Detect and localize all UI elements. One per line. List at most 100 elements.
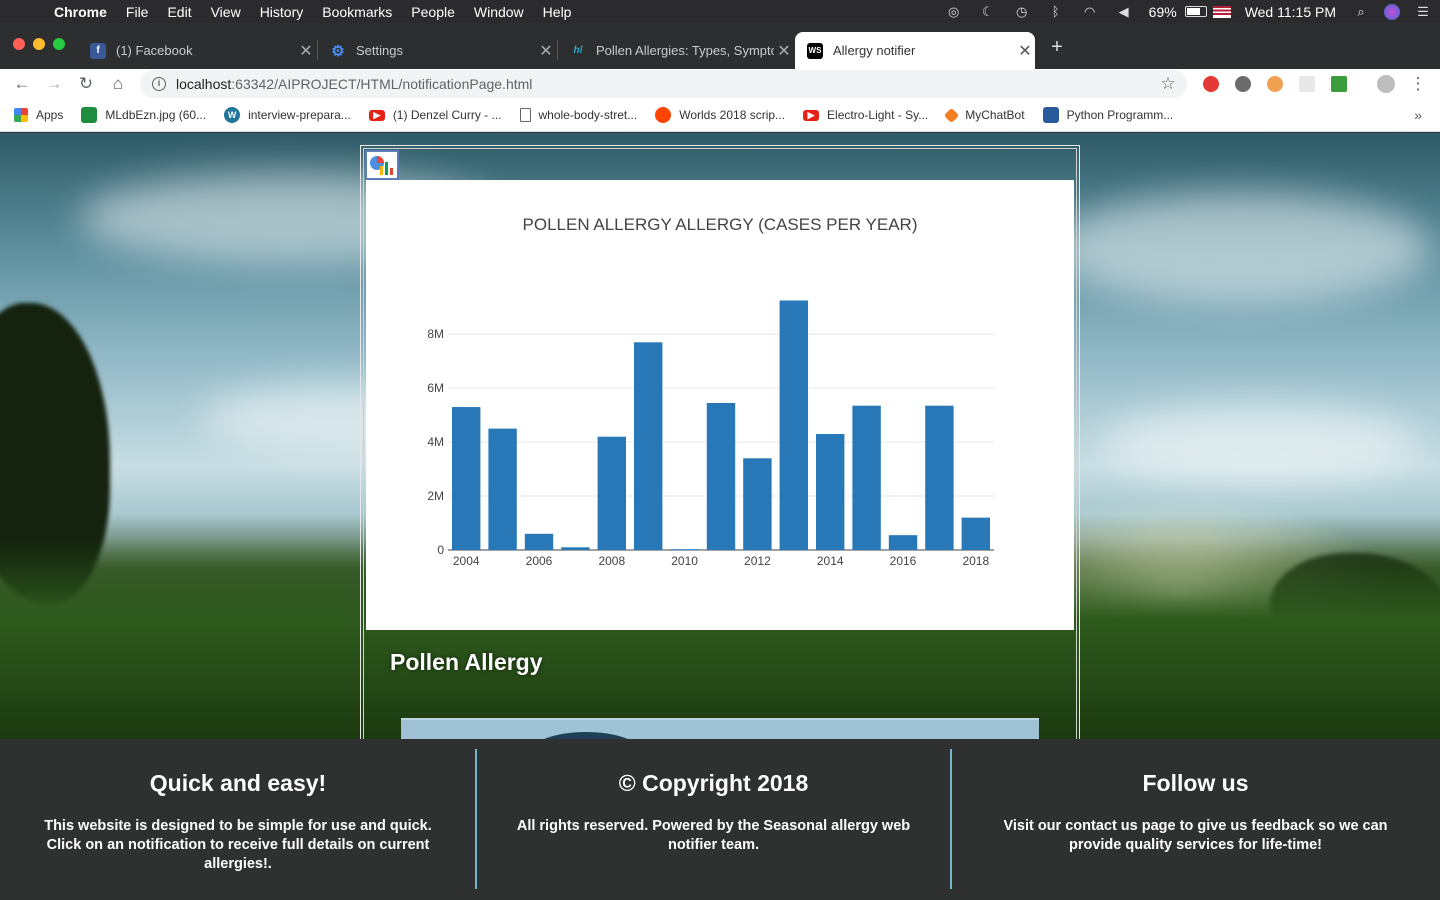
bar-2012[interactable] (743, 458, 772, 550)
bar-2006[interactable] (524, 533, 554, 550)
tab-title: Allergy notifier (833, 43, 916, 58)
menu-bookmarks[interactable]: Bookmarks (322, 4, 392, 20)
page-footer: Quick and easy! This website is designed… (0, 739, 1440, 900)
bar-2016[interactable] (888, 535, 918, 550)
menu-edit[interactable]: Edit (167, 4, 191, 20)
footer-text: Visit our contact us page to give us fee… (1003, 818, 1388, 853)
volume-icon[interactable]: ◀ (1113, 4, 1135, 19)
footer-title: © Copyright 2018 (618, 770, 809, 796)
menu-app-name[interactable]: Chrome (54, 4, 107, 20)
cors-extension-icon[interactable] (1331, 76, 1347, 92)
bookmark-label: Apps (36, 108, 64, 122)
forward-button[interactable]: → (43, 73, 65, 95)
browser-tab-strip: f (1) Facebook ✕ ⚙ Settings ✕ hl Pollen … (0, 23, 1440, 69)
bookmark-mychatbot[interactable]: MyChatBot (943, 107, 1025, 123)
bar-2018[interactable] (961, 517, 990, 550)
site-info-icon[interactable]: i (152, 77, 166, 91)
menu-people[interactable]: People (411, 4, 455, 20)
notification-center-icon[interactable]: ☰ (1412, 4, 1434, 19)
back-button[interactable]: ← (11, 73, 33, 95)
bookmark-python[interactable]: Python Programm... (1042, 107, 1173, 123)
bookmark-worlds[interactable]: Worlds 2018 scrip... (655, 107, 785, 123)
bookmark-label: whole-body-stret... (538, 108, 638, 122)
tab-close-icon[interactable]: ✕ (296, 41, 316, 61)
preview-image-shape (531, 732, 641, 739)
x-tick-label: 2016 (890, 554, 917, 568)
tab-facebook[interactable]: f (1) Facebook ✕ (78, 32, 316, 69)
bar-2010[interactable] (670, 549, 699, 551)
bookmark-image[interactable]: MLdbEzn.jpg (60... (81, 107, 206, 123)
bookmark-electro[interactable]: ▶ Electro-Light - Sy... (803, 108, 928, 122)
bookmark-apps[interactable]: Apps (14, 108, 63, 122)
background-cloud (1050, 193, 1430, 303)
tab-close-icon[interactable]: ✕ (536, 41, 556, 61)
bluetooth-icon[interactable]: ᛒ (1045, 4, 1067, 19)
bar-2013[interactable] (779, 300, 808, 550)
tab-allergy-notifier[interactable]: WS Allergy notifier ✕ (795, 32, 1035, 69)
bookmark-stretch[interactable]: whole-body-stret... (519, 108, 638, 122)
menu-help[interactable]: Help (543, 4, 572, 20)
document-icon (519, 108, 531, 122)
bar-2009[interactable] (634, 342, 663, 550)
bar-2004[interactable] (452, 407, 481, 550)
chrome-menu-icon[interactable]: ⋮ (1407, 73, 1429, 95)
bar-2005[interactable] (488, 428, 517, 550)
extension-icon[interactable] (1299, 76, 1315, 92)
adblock-extension-icon[interactable] (1203, 76, 1219, 92)
profile-avatar-icon[interactable] (1377, 75, 1395, 93)
y-tick-label: 6M (427, 381, 444, 395)
wifi-icon[interactable]: ◠ (1079, 4, 1101, 19)
time-machine-icon[interactable]: ◷ (1011, 4, 1033, 19)
menu-window[interactable]: Window (474, 4, 524, 20)
extension-icon[interactable] (1267, 76, 1283, 92)
tab-close-icon[interactable]: ✕ (1015, 41, 1035, 61)
us-flag-icon[interactable] (1212, 5, 1231, 18)
home-button[interactable]: ⌂ (107, 73, 129, 95)
close-window-button[interactable] (13, 38, 25, 50)
bookmarks-overflow-icon[interactable]: » (1414, 107, 1422, 123)
tab-pollen-allergies[interactable]: hl Pollen Allergies: Types, Sympto ✕ (558, 32, 794, 69)
chart-card: POLLEN ALLERGY ALLERGY (CASES PER YEAR) … (366, 180, 1074, 630)
menu-history[interactable]: History (260, 4, 304, 20)
footer-text: This website is designed to be simple fo… (44, 818, 432, 872)
bar-2011[interactable] (706, 402, 736, 550)
healthline-icon: hl (573, 45, 583, 56)
bar-2008[interactable] (597, 436, 626, 550)
apps-grid-icon (14, 108, 28, 122)
footer-column-follow: Follow us Visit our contact us page to g… (951, 739, 1440, 900)
menu-clock[interactable]: Wed 11:15 PM (1245, 4, 1336, 20)
footer-title: Follow us (1142, 770, 1249, 796)
battery-icon[interactable] (1184, 6, 1207, 17)
minimize-window-button[interactable] (33, 38, 45, 50)
bar-2015[interactable] (852, 405, 881, 550)
bar-2017[interactable] (925, 405, 954, 550)
creative-cloud-icon[interactable]: ◎ (943, 4, 965, 19)
bookmark-star-icon[interactable]: ☆ (1157, 74, 1179, 94)
tab-title: Settings (356, 43, 403, 58)
page-viewport: POLLEN ALLERGY ALLERGY (CASES PER YEAR) … (0, 133, 1440, 739)
bookmark-label: MLdbEzn.jpg (60... (105, 108, 207, 122)
bookmark-label: Electro-Light - Sy... (827, 108, 929, 122)
menu-file[interactable]: File (126, 4, 149, 20)
spotlight-search-icon[interactable]: ⌕ (1350, 4, 1372, 19)
address-bar[interactable]: i localhost:63342/AIPROJECT/HTML/notific… (140, 70, 1187, 98)
reload-button[interactable]: ↻ (75, 73, 97, 95)
macos-menu-bar: Chrome File Edit View History Bookmarks … (0, 0, 1440, 23)
youtube-icon: ▶ (803, 109, 820, 121)
chart-logo-icon[interactable] (365, 150, 399, 180)
new-tab-button[interactable]: + (1046, 36, 1068, 59)
extension-icon[interactable] (1235, 76, 1251, 92)
url-text[interactable]: localhost:63342/AIPROJECT/HTML/notificat… (176, 76, 1157, 92)
moon-icon[interactable]: ☾ (977, 4, 999, 19)
menu-view[interactable]: View (211, 4, 241, 20)
article-preview-image[interactable] (401, 718, 1039, 739)
siri-icon[interactable] (1384, 3, 1400, 20)
bar-2014[interactable] (816, 434, 845, 550)
bookmark-denzel[interactable]: ▶ (1) Denzel Curry - ... (368, 108, 502, 122)
bar-2007[interactable] (561, 547, 590, 550)
bookmark-interview[interactable]: W interview-prepara... (224, 107, 351, 123)
tab-close-icon[interactable]: ✕ (774, 41, 794, 61)
tab-settings[interactable]: ⚙ Settings ✕ (318, 32, 556, 69)
facebook-icon: f (90, 42, 106, 59)
zoom-window-button[interactable] (53, 38, 65, 50)
